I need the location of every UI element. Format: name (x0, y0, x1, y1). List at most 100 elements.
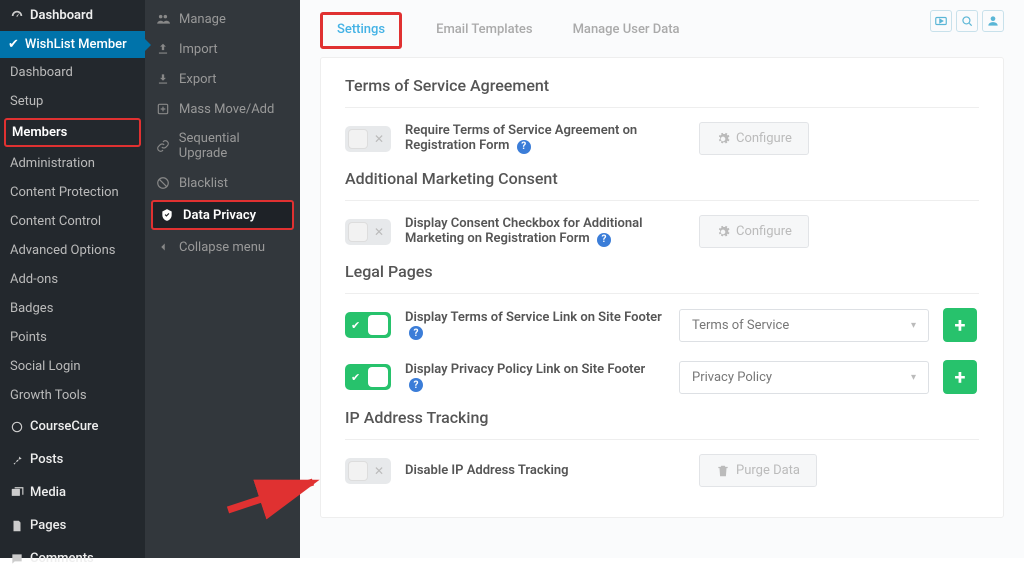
help-icon[interactable]: ? (409, 326, 423, 340)
divider (345, 107, 979, 108)
gear-icon (716, 225, 730, 239)
toggle-consent[interactable]: ✕ (345, 219, 391, 245)
sidebar-item-members[interactable]: Members (4, 118, 141, 147)
chevron-left-icon (155, 239, 171, 255)
purge-data-button[interactable]: Purge Data (699, 454, 817, 487)
sidebar-item-addons[interactable]: Add-ons (0, 265, 145, 294)
sidebar-item-comments[interactable]: Comments (0, 542, 145, 575)
subnav-import-label: Import (179, 42, 218, 57)
coursecure-icon (10, 420, 24, 434)
sidebar-item-media[interactable]: Media (0, 476, 145, 509)
submenu-arrow-icon (145, 39, 151, 51)
comments-label: Comments (30, 551, 94, 566)
sidebar-item-pages[interactable]: Pages (0, 509, 145, 542)
subnav-sequential-label: Sequential Upgrade (179, 131, 290, 161)
configure-consent-label: Configure (736, 224, 792, 239)
sidebar-item-coursecure[interactable]: CourseCure (0, 410, 145, 443)
subnav-mass-move[interactable]: Mass Move/Add (145, 94, 300, 124)
configure-consent-button[interactable]: Configure (699, 215, 809, 248)
subnav-import[interactable]: Import (145, 34, 300, 64)
search-icon[interactable] (956, 10, 978, 32)
gear-icon (716, 132, 730, 146)
sidebar-item-dashboard[interactable]: Dashboard (0, 58, 145, 87)
media-label: Media (30, 485, 66, 500)
media-icon (10, 486, 24, 500)
user-icon[interactable] (982, 10, 1004, 32)
section-tos-title: Terms of Service Agreement (345, 76, 979, 95)
subnav-export[interactable]: Export (145, 64, 300, 94)
subnav-collapse[interactable]: Collapse menu (145, 232, 300, 262)
toggle-tos-link[interactable]: ✔ (345, 312, 391, 338)
section-consent-title: Additional Marketing Consent (345, 169, 979, 188)
subnav-data-privacy[interactable]: Data Privacy (151, 200, 294, 230)
sidebar-item-content-protection[interactable]: Content Protection (0, 178, 145, 207)
select-privacy-value: Privacy Policy (692, 370, 772, 385)
main-content: Settings Email Templates Manage User Dat… (300, 0, 1024, 558)
comment-icon (10, 552, 24, 566)
help-icon[interactable]: ? (597, 233, 611, 247)
pages-label: Pages (30, 518, 66, 533)
subnav-sequential[interactable]: Sequential Upgrade (145, 124, 300, 168)
subnav-mass-move-label: Mass Move/Add (179, 102, 274, 117)
option-tos-link: ✔ Display Terms of Service Link on Site … (345, 308, 979, 342)
section-legal-title: Legal Pages (345, 262, 979, 281)
dashboard-label: Dashboard (30, 8, 93, 23)
top-icon-bar (930, 10, 1004, 32)
gauge-icon (10, 9, 24, 23)
subnav-manage[interactable]: Manage (145, 4, 300, 34)
subnav-export-label: Export (179, 72, 217, 87)
select-privacy-page[interactable]: Privacy Policy ▾ (679, 361, 929, 394)
check-icon: ✔ (351, 371, 360, 384)
tab-settings[interactable]: Settings (320, 12, 402, 49)
tab-manage-user-data[interactable]: Manage User Data (567, 12, 686, 49)
sidebar-item-points[interactable]: Points (0, 323, 145, 352)
caret-down-icon: ▾ (911, 372, 916, 383)
sidebar-wishlist-member[interactable]: ✔ WishList Member (0, 31, 145, 58)
option-consent: ✕ Display Consent Checkbox for Additiona… (345, 215, 979, 248)
check-icon: ✔ (351, 319, 360, 332)
purge-data-label: Purge Data (736, 463, 800, 478)
divider (345, 293, 979, 294)
add-tos-page-button[interactable]: + (943, 308, 977, 342)
sidebar-item-administration[interactable]: Administration (0, 149, 145, 178)
sidebar-dashboard-header[interactable]: Dashboard (0, 0, 145, 31)
link-icon (155, 138, 171, 154)
video-icon[interactable] (930, 10, 952, 32)
option-ip: ✕ Disable IP Address Tracking Purge Data (345, 454, 979, 487)
download-icon (155, 71, 171, 87)
sidebar-item-social-login[interactable]: Social Login (0, 352, 145, 381)
check-icon: ✔ (8, 37, 19, 52)
tab-email-templates[interactable]: Email Templates (430, 12, 538, 49)
select-tos-value: Terms of Service (692, 318, 789, 333)
toggle-privacy-link[interactable]: ✔ (345, 364, 391, 390)
subnav-blacklist[interactable]: Blacklist (145, 168, 300, 198)
toggle-ip[interactable]: ✕ (345, 458, 391, 484)
option-privacy-link-label: Display Privacy Policy Link on Site Foot… (405, 362, 665, 393)
option-tos-link-label: Display Terms of Service Link on Site Fo… (405, 310, 665, 341)
subnav-blacklist-label: Blacklist (179, 176, 228, 191)
x-icon: ✕ (374, 464, 384, 478)
sidebar-item-posts[interactable]: Posts (0, 443, 145, 476)
select-tos-page[interactable]: Terms of Service ▾ (679, 309, 929, 342)
sidebar-item-badges[interactable]: Badges (0, 294, 145, 323)
sidebar-item-content-control[interactable]: Content Control (0, 207, 145, 236)
tabs: Settings Email Templates Manage User Dat… (320, 12, 1004, 49)
sidebar-item-advanced-options[interactable]: Advanced Options (0, 236, 145, 265)
sidebar-item-setup[interactable]: Setup (0, 87, 145, 116)
help-icon[interactable]: ? (409, 378, 423, 392)
sidebar-item-growth-tools[interactable]: Growth Tools (0, 381, 145, 410)
add-privacy-page-button[interactable]: + (943, 360, 977, 394)
wlm-label: WishList Member (25, 37, 127, 52)
users-icon (155, 11, 171, 27)
trash-icon (716, 464, 730, 478)
plus-square-icon (155, 101, 171, 117)
secondary-sidebar: Manage Import Export Mass Move/Add Seque… (145, 0, 300, 558)
primary-sidebar: Dashboard ✔ WishList Member Dashboard Se… (0, 0, 145, 558)
toggle-tos[interactable]: ✕ (345, 126, 391, 152)
option-ip-label: Disable IP Address Tracking (405, 463, 685, 478)
posts-label: Posts (30, 452, 63, 467)
upload-icon (155, 41, 171, 57)
help-icon[interactable]: ? (517, 140, 531, 154)
page-icon (10, 519, 24, 533)
configure-tos-button[interactable]: Configure (699, 122, 809, 155)
